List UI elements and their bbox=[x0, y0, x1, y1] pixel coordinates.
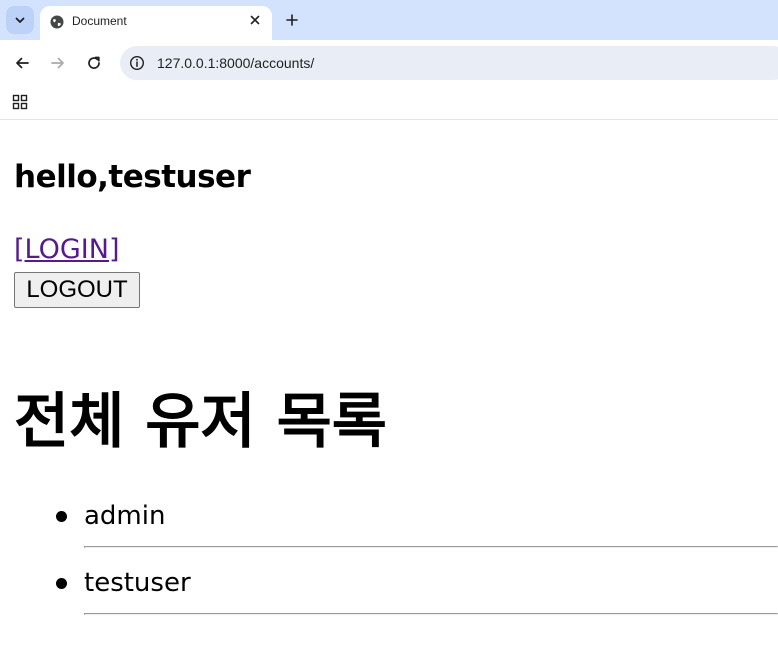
apps-grid-icon[interactable] bbox=[12, 94, 28, 110]
close-icon[interactable] bbox=[248, 13, 262, 27]
user-list: admin testuser bbox=[0, 497, 778, 631]
chevron-down-icon[interactable] bbox=[6, 6, 34, 34]
login-link[interactable]: [LOGIN] bbox=[14, 234, 119, 266]
list-item: admin bbox=[0, 497, 778, 564]
globe-icon bbox=[50, 14, 64, 29]
browser-tab[interactable]: Document bbox=[40, 6, 272, 40]
bookmarks-bar bbox=[0, 86, 778, 120]
url-text[interactable]: 127.0.0.1:8000/accounts/ bbox=[157, 55, 314, 71]
divider bbox=[84, 613, 778, 615]
bullet bbox=[56, 578, 67, 589]
divider bbox=[84, 546, 778, 548]
plus-icon[interactable] bbox=[282, 10, 302, 30]
bullet bbox=[56, 511, 67, 522]
user-name: admin bbox=[84, 501, 166, 531]
address-bar[interactable]: 127.0.0.1:8000/accounts/ bbox=[120, 46, 778, 80]
browser-toolbar: 127.0.0.1:8000/accounts/ bbox=[0, 40, 778, 86]
tab-title: Document bbox=[72, 14, 127, 28]
forward-arrow-icon[interactable] bbox=[47, 52, 69, 74]
logout-button[interactable]: LOGOUT bbox=[14, 272, 140, 308]
list-item: testuser bbox=[0, 564, 778, 631]
tab-strip: Document bbox=[0, 0, 778, 40]
page-content: hello,testuser [LOGIN] LOGOUT 전체 유저 목록 a… bbox=[0, 121, 778, 653]
user-list-heading: 전체 유저 목록 bbox=[14, 387, 387, 457]
back-arrow-icon[interactable] bbox=[11, 52, 33, 74]
greeting-heading: hello,testuser bbox=[14, 159, 251, 195]
reload-icon[interactable] bbox=[83, 52, 105, 74]
user-name: testuser bbox=[84, 568, 191, 598]
info-icon[interactable] bbox=[128, 54, 146, 72]
